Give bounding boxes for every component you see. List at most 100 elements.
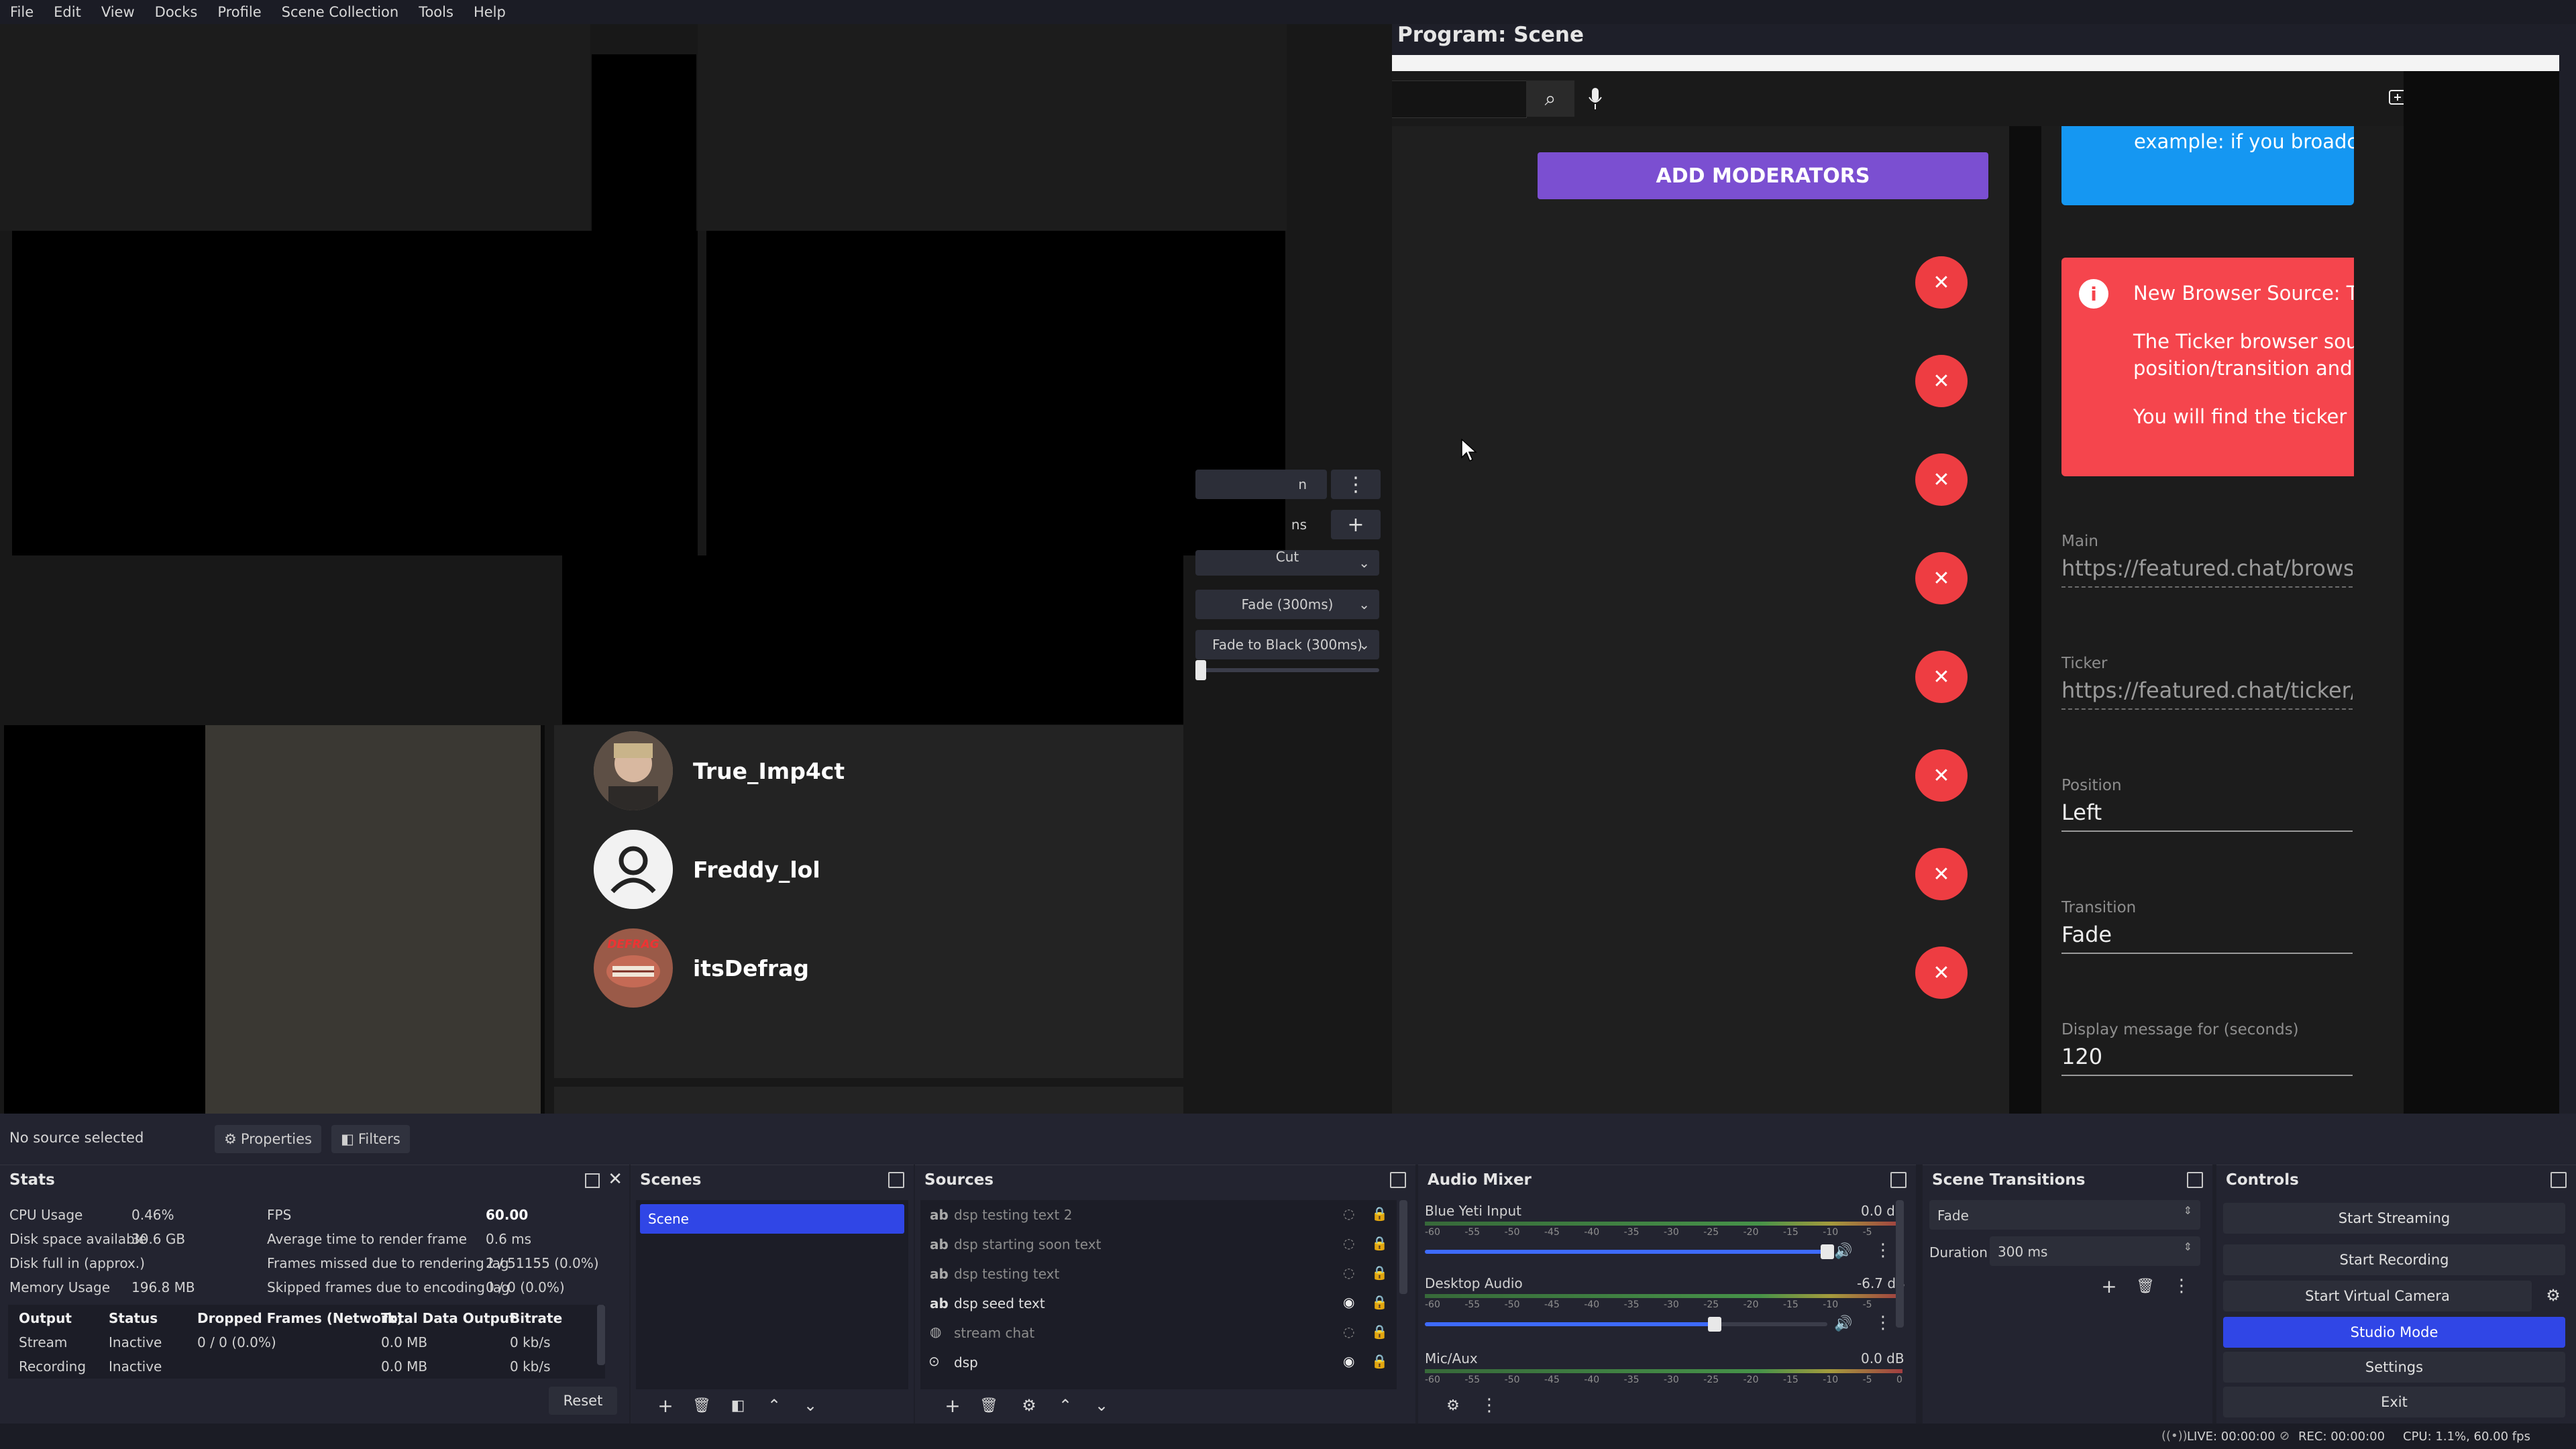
menu-tools[interactable]: Tools <box>409 0 464 24</box>
remove-moderator-button[interactable]: ✕ <box>1915 651 1968 703</box>
menu-profile[interactable]: Profile <box>207 0 271 24</box>
scrollbar[interactable] <box>1399 1200 1407 1294</box>
more-icon[interactable]: ⋮ <box>1874 1240 1892 1260</box>
transition-slider[interactable] <box>1195 660 1379 680</box>
trash-icon[interactable]: 🗑 <box>687 1392 716 1419</box>
remove-moderator-button[interactable]: ✕ <box>1915 947 1968 999</box>
remove-moderator-button[interactable]: ✕ <box>1915 552 1968 604</box>
move-down-icon[interactable]: ⌄ <box>796 1392 825 1419</box>
more-icon[interactable]: ⋮ <box>1874 1313 1892 1333</box>
settings-button[interactable]: Settings <box>2223 1352 2565 1383</box>
float-dock-icon[interactable] <box>1890 1172 1907 1188</box>
eye-icon[interactable]: ◉ <box>1343 1353 1354 1369</box>
table-cell: Stream <box>19 1334 68 1350</box>
trash-icon[interactable]: 🗑 <box>974 1392 1004 1419</box>
advanced-audio-gear-icon[interactable]: ⚙ <box>1438 1392 1468 1419</box>
duration-input[interactable]: 300 ms ⇕ <box>1990 1236 2200 1266</box>
filters-button[interactable]: ◧ Filters <box>331 1125 410 1153</box>
float-dock-icon[interactable] <box>2551 1172 2567 1188</box>
lock-icon[interactable]: 🔒 <box>1371 1235 1388 1251</box>
remove-moderator-button[interactable]: ✕ <box>1915 749 1968 802</box>
volume-slider[interactable] <box>1425 1244 1834 1259</box>
eye-hidden-icon[interactable]: ◌ <box>1343 1205 1354 1222</box>
lock-icon[interactable]: 🔒 <box>1371 1265 1388 1281</box>
speaker-icon[interactable]: 🔊 <box>1834 1316 1852 1332</box>
search-icon[interactable]: ⌕ <box>1526 80 1574 117</box>
float-dock-icon[interactable] <box>1390 1172 1406 1188</box>
menu-edit[interactable]: Edit <box>44 0 91 24</box>
speaker-icon[interactable]: 🔊 <box>1834 1243 1852 1260</box>
lock-icon[interactable]: 🔒 <box>1371 1324 1388 1340</box>
add-transition-button[interactable]: + <box>2094 1273 2124 1299</box>
sources-list: ab dsp testing text 2 ◌ 🔒 ab dsp startin… <box>920 1200 1397 1389</box>
scene-item[interactable]: Scene <box>640 1204 904 1234</box>
eye-hidden-icon[interactable]: ◌ <box>1343 1235 1354 1251</box>
source-item[interactable]: ◍ stream chat ◌ 🔒 <box>920 1318 1397 1348</box>
plus-icon[interactable]: + <box>1331 510 1381 539</box>
source-item[interactable]: ab dsp seed text ◉ 🔒 <box>920 1289 1397 1318</box>
more-icon[interactable]: ⋮ <box>1331 470 1381 499</box>
more-icon[interactable]: ⋮ <box>2167 1273 2196 1299</box>
ticker-url-field[interactable]: https://featured.chat/ticker/272 <box>2061 678 2353 710</box>
main-url-field[interactable]: https://featured.chat/browser/2 <box>2061 555 2353 588</box>
close-icon[interactable]: ✕ <box>608 1169 623 1189</box>
add-moderators-button[interactable]: ADD MODERATORS <box>1538 152 1988 199</box>
move-up-icon[interactable]: ⌃ <box>759 1392 789 1419</box>
menu-help[interactable]: Help <box>464 0 516 24</box>
transition-select[interactable]: Fade <box>2061 922 2353 954</box>
preview-canvas[interactable]: n ⋮ ns + Cut ⌄ Fade (300ms) ⌄ Fade to Blac… <box>0 24 1392 1139</box>
float-dock-icon[interactable] <box>888 1172 904 1188</box>
add-source-button[interactable]: + <box>938 1392 967 1419</box>
menu-docks[interactable]: Docks <box>145 0 208 24</box>
source-item[interactable]: ab dsp testing text 2 ◌ 🔒 <box>920 1200 1397 1230</box>
start-recording-button[interactable]: Start Recording <box>2223 1244 2565 1275</box>
move-up-icon[interactable]: ⌃ <box>1051 1392 1080 1419</box>
position-select[interactable]: Left <box>2061 800 2353 832</box>
search-input[interactable] <box>1392 80 1527 118</box>
scene-filter-icon[interactable]: ◧ <box>723 1392 753 1419</box>
eye-hidden-icon[interactable]: ◌ <box>1343 1324 1354 1340</box>
transition-select-cut[interactable]: Cut ⌄ <box>1195 549 1379 576</box>
menu-scene-collection[interactable]: Scene Collection <box>272 0 409 24</box>
transition-select[interactable]: Fade ⇕ <box>1929 1200 2200 1230</box>
remove-moderator-button[interactable]: ✕ <box>1915 453 1968 506</box>
slider-handle[interactable] <box>1195 660 1206 680</box>
transition-select-fade-black[interactable]: Fade to Black (300ms) ⌄ <box>1195 630 1379 659</box>
microphone-icon[interactable] <box>1574 80 1616 117</box>
properties-button[interactable]: ⚙ Properties <box>215 1125 321 1153</box>
remove-moderator-button[interactable]: ✕ <box>1915 848 1968 900</box>
source-item[interactable]: ⊙ dsp ◉ 🔒 <box>920 1348 1397 1377</box>
start-virtual-camera-button[interactable]: Start Virtual Camera <box>2223 1281 2532 1311</box>
float-dock-icon[interactable] <box>2187 1172 2203 1188</box>
menu-view[interactable]: View <box>91 0 145 24</box>
transition-select-fade[interactable]: Fade (300ms) ⌄ <box>1195 590 1379 619</box>
volume-slider[interactable] <box>1425 1317 1827 1332</box>
scrollbar[interactable] <box>597 1305 605 1365</box>
reset-button[interactable]: Reset <box>549 1387 617 1415</box>
slider-handle[interactable] <box>1708 1317 1721 1332</box>
exit-button[interactable]: Exit <box>2223 1387 2565 1417</box>
display-seconds-field[interactable]: 120 <box>2061 1044 2353 1076</box>
add-scene-button[interactable]: + <box>651 1392 680 1419</box>
text-source-icon: ab <box>930 1207 949 1223</box>
scrollbar[interactable] <box>1896 1200 1904 1328</box>
gear-icon[interactable]: ⚙ <box>1014 1392 1044 1419</box>
float-dock-icon[interactable] <box>585 1173 600 1188</box>
eye-icon[interactable]: ◉ <box>1343 1294 1354 1310</box>
remove-moderator-button[interactable]: ✕ <box>1915 256 1968 309</box>
lock-icon[interactable]: 🔒 <box>1371 1205 1388 1222</box>
source-item[interactable]: ab dsp starting soon text ◌ 🔒 <box>920 1230 1397 1259</box>
more-icon[interactable]: ⋮ <box>1474 1392 1504 1419</box>
lock-icon[interactable]: 🔒 <box>1371 1353 1388 1369</box>
studio-mode-button[interactable]: Studio Mode <box>2223 1317 2565 1348</box>
eye-hidden-icon[interactable]: ◌ <box>1343 1265 1354 1281</box>
lock-icon[interactable]: 🔒 <box>1371 1294 1388 1310</box>
trash-icon[interactable]: 🗑 <box>2131 1273 2160 1299</box>
menu-file[interactable]: File <box>0 0 44 24</box>
slider-handle[interactable] <box>1821 1244 1834 1259</box>
remove-moderator-button[interactable]: ✕ <box>1915 355 1968 407</box>
gear-icon[interactable]: ⚙ <box>2538 1282 2568 1309</box>
move-down-icon[interactable]: ⌄ <box>1087 1392 1116 1419</box>
start-streaming-button[interactable]: Start Streaming <box>2223 1203 2565 1234</box>
source-item[interactable]: ab dsp testing text ◌ 🔒 <box>920 1259 1397 1289</box>
